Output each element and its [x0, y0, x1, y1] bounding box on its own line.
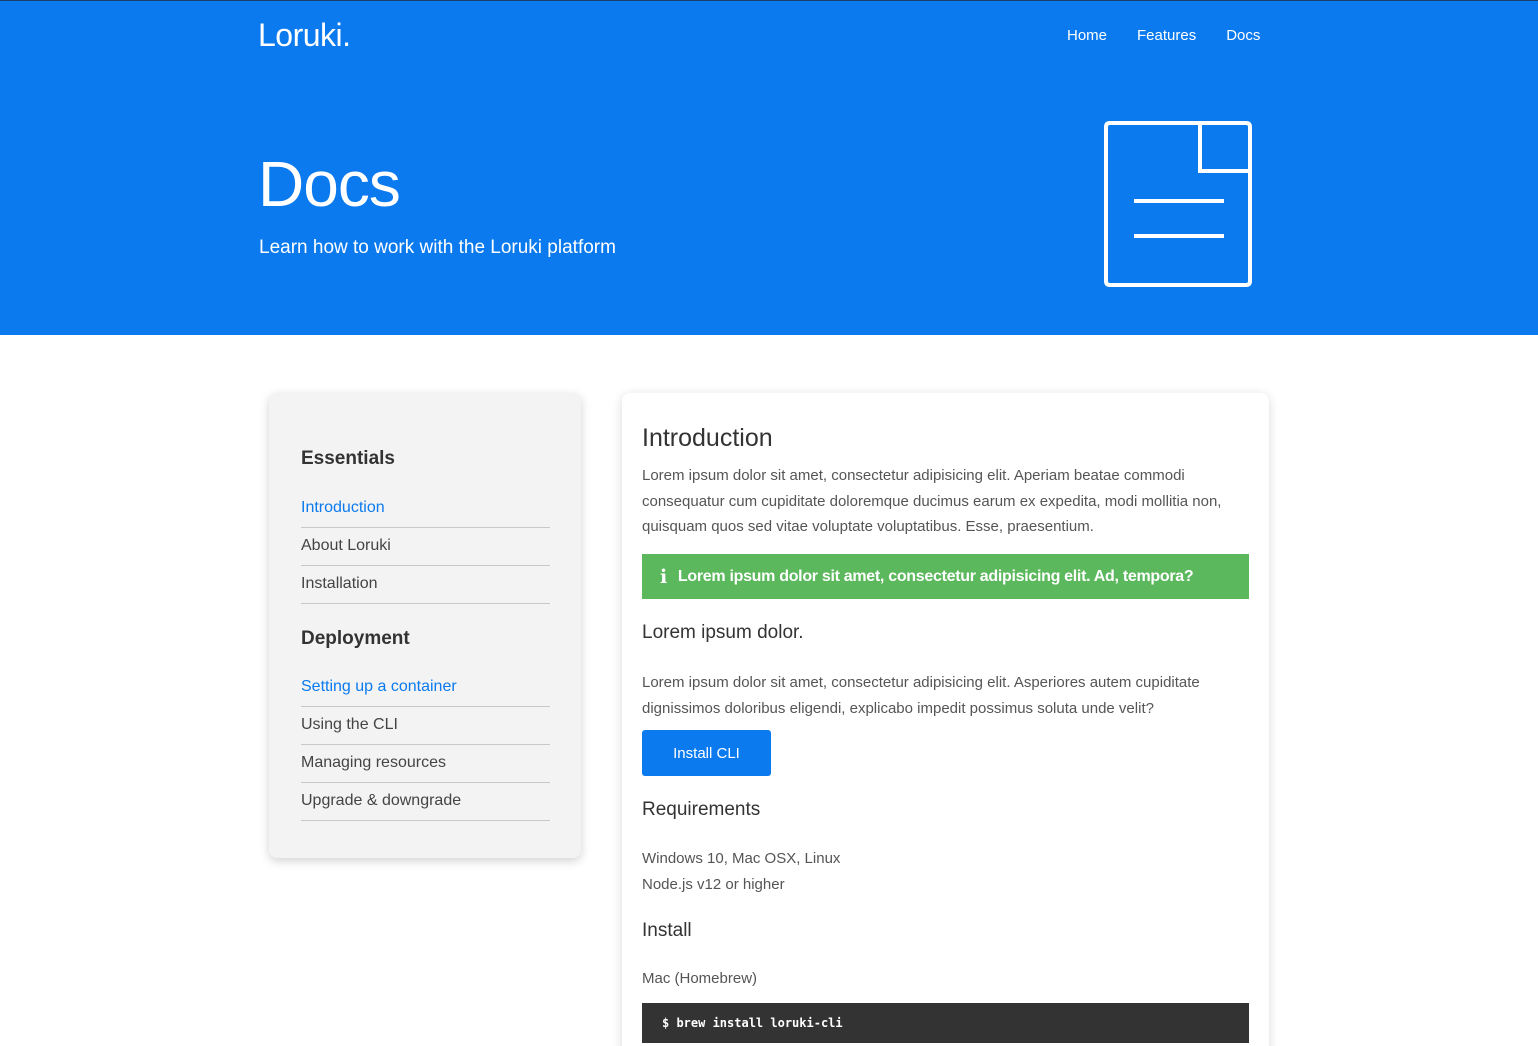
sidebar-item-setting-up-container[interactable]: Setting up a container — [301, 669, 550, 707]
hero-header: Loruki. Home Features Docs Docs Learn ho… — [0, 0, 1538, 335]
code-block[interactable]: $ brew install loruki-cli — [642, 1003, 1249, 1043]
nav-home-link[interactable]: Home — [1067, 27, 1107, 44]
notice-text: Lorem ipsum dolor sit amet, consectetur … — [677, 567, 1194, 585]
sidebar-item-installation[interactable]: Installation — [301, 566, 550, 604]
page-subtitle: Learn how to work with the Loruki platfo… — [259, 237, 616, 258]
requirement-item: Node.js v12 or higher — [642, 875, 785, 893]
intro-heading: Introduction — [642, 424, 773, 452]
page-title: Docs — [258, 148, 401, 220]
info-icon: i — [660, 565, 667, 588]
requirements-list: Windows 10, Mac OSX, Linux Node.js v12 o… — [642, 846, 1249, 897]
mac-homebrew-label: Mac (Homebrew) — [642, 970, 758, 987]
info-notice: i Lorem ipsum dolor sit amet, consectetu… — [642, 554, 1249, 599]
install-heading: Install — [642, 920, 692, 941]
sidebar-item-managing-resources[interactable]: Managing resources — [301, 745, 550, 783]
sidebar-item-using-cli[interactable]: Using the CLI — [301, 707, 550, 745]
nav-features-link[interactable]: Features — [1137, 27, 1196, 44]
section-heading: Lorem ipsum dolor. — [642, 622, 804, 643]
nav-docs-link[interactable]: Docs — [1226, 27, 1260, 44]
section-paragraph: Lorem ipsum dolor sit amet, consectetur … — [642, 674, 1200, 717]
logo[interactable]: Loruki. — [258, 17, 351, 54]
intro-paragraph: Lorem ipsum dolor sit amet, consectetur … — [642, 467, 1222, 535]
docs-sidebar: Essentials Introduction About Loruki Ins… — [269, 393, 581, 858]
sidebar-list-deployment: Setting up a container Using the CLI Man… — [301, 669, 550, 821]
sidebar-heading-essentials: Essentials — [301, 448, 395, 469]
docs-content-card: Introduction Lorem ipsum dolor sit amet,… — [622, 393, 1269, 1046]
requirement-item: Windows 10, Mac OSX, Linux — [642, 850, 841, 867]
sidebar-list-essentials: Introduction About Loruki Installation — [301, 490, 550, 604]
sidebar-item-about-loruki[interactable]: About Loruki — [301, 528, 550, 566]
install-cli-button[interactable]: Install CLI — [642, 730, 771, 776]
sidebar-item-upgrade-downgrade[interactable]: Upgrade & downgrade — [301, 783, 550, 821]
document-icon — [1104, 121, 1252, 287]
requirements-heading: Requirements — [642, 799, 761, 820]
top-nav: Home Features Docs — [1067, 27, 1260, 44]
sidebar-heading-deployment: Deployment — [301, 628, 410, 649]
sidebar-item-introduction[interactable]: Introduction — [301, 490, 550, 528]
